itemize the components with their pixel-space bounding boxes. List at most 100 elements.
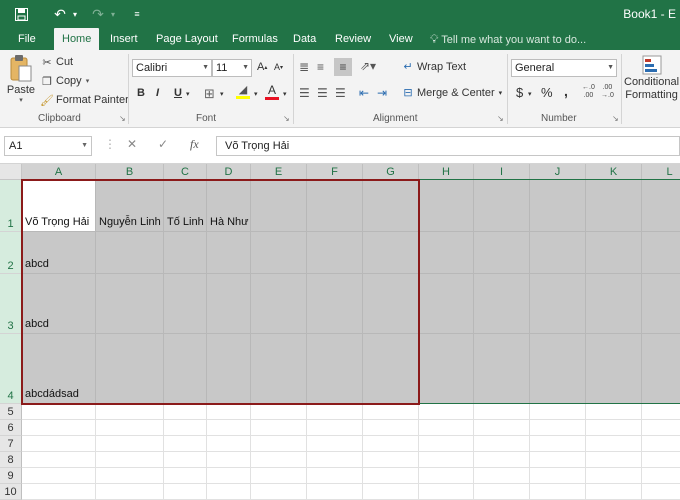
empty-cell[interactable]: [251, 436, 307, 452]
copy-dropdown-icon[interactable]: ▾: [86, 77, 90, 85]
column-header-d[interactable]: D: [207, 164, 251, 180]
customize-qat-icon[interactable]: ≡: [130, 4, 144, 24]
column-header-b[interactable]: B: [96, 164, 164, 180]
column-header-c[interactable]: C: [164, 164, 207, 180]
row-header-3[interactable]: 3: [0, 274, 22, 334]
row-header-9[interactable]: 9: [0, 468, 22, 484]
empty-cell[interactable]: [207, 452, 251, 468]
empty-cell[interactable]: [22, 420, 96, 436]
empty-cell[interactable]: [207, 436, 251, 452]
row-header-7[interactable]: 7: [0, 436, 22, 452]
empty-cell[interactable]: [251, 420, 307, 436]
empty-cell[interactable]: [96, 452, 164, 468]
cell-e2[interactable]: [251, 232, 307, 274]
cell-b4[interactable]: [96, 334, 164, 404]
empty-cell[interactable]: [419, 436, 474, 452]
empty-cell[interactable]: [642, 404, 680, 420]
empty-cell[interactable]: [363, 404, 419, 420]
empty-cell[interactable]: [251, 404, 307, 420]
empty-cell[interactable]: [474, 452, 530, 468]
cell-f3[interactable]: [307, 274, 363, 334]
empty-cell[interactable]: [96, 484, 164, 500]
empty-cell[interactable]: [474, 420, 530, 436]
fill-color-dropdown-icon[interactable]: ▾: [254, 90, 258, 98]
redo-icon[interactable]: ↷: [88, 4, 108, 24]
empty-cell[interactable]: [419, 484, 474, 500]
empty-cell[interactable]: [530, 484, 586, 500]
merge-dropdown-icon[interactable]: ▾: [499, 89, 503, 97]
empty-cell[interactable]: [586, 404, 642, 420]
empty-cell[interactable]: [307, 436, 363, 452]
column-header-f[interactable]: F: [307, 164, 363, 180]
undo-icon[interactable]: ↶: [50, 4, 70, 24]
cell-d3[interactable]: [207, 274, 251, 334]
align-center-icon[interactable]: ☰: [317, 86, 328, 100]
cell-f4[interactable]: [307, 334, 363, 404]
paste-dropdown-icon[interactable]: ▾: [19, 96, 23, 104]
align-middle-icon[interactable]: ≡: [317, 60, 324, 74]
column-header-e[interactable]: E: [251, 164, 307, 180]
empty-cell[interactable]: [164, 468, 207, 484]
empty-cell[interactable]: [22, 468, 96, 484]
currency-dropdown-icon[interactable]: ▾: [528, 90, 532, 98]
empty-cell[interactable]: [586, 436, 642, 452]
number-format-select[interactable]: General ▼: [511, 59, 617, 77]
borders-icon[interactable]: ⊞: [204, 86, 215, 102]
insert-function-icon[interactable]: fx: [190, 137, 199, 152]
empty-cell[interactable]: [96, 468, 164, 484]
empty-cell[interactable]: [530, 436, 586, 452]
empty-cell[interactable]: [363, 420, 419, 436]
column-header-k[interactable]: K: [586, 164, 642, 180]
empty-cell[interactable]: [96, 404, 164, 420]
cell-i3[interactable]: [474, 274, 530, 334]
format-painter-button[interactable]: 🖌︎ Format Painter: [40, 92, 129, 108]
empty-cell[interactable]: [22, 484, 96, 500]
tab-page-layout[interactable]: Page Layout: [150, 28, 224, 50]
select-all-button[interactable]: [0, 164, 22, 180]
empty-cell[interactable]: [363, 484, 419, 500]
empty-cell[interactable]: [307, 420, 363, 436]
empty-cell[interactable]: [586, 484, 642, 500]
cell-j3[interactable]: [530, 274, 586, 334]
italic-button[interactable]: I: [156, 87, 159, 99]
empty-cell[interactable]: [207, 420, 251, 436]
tab-home[interactable]: Home: [54, 28, 100, 50]
cell-j4[interactable]: [530, 334, 586, 404]
number-launcher-icon[interactable]: ↘: [612, 114, 619, 123]
empty-cell[interactable]: [642, 468, 680, 484]
clipboard-launcher-icon[interactable]: ↘: [119, 114, 126, 123]
empty-cell[interactable]: [164, 452, 207, 468]
row-header-10[interactable]: 10: [0, 484, 22, 500]
empty-cell[interactable]: [251, 484, 307, 500]
empty-cell[interactable]: [474, 468, 530, 484]
cell-l3[interactable]: [642, 274, 680, 334]
empty-cell[interactable]: [307, 468, 363, 484]
tab-insert[interactable]: Insert: [104, 28, 144, 50]
cell-a2[interactable]: abcd: [22, 232, 96, 274]
empty-cell[interactable]: [642, 452, 680, 468]
empty-cell[interactable]: [207, 404, 251, 420]
row-header-8[interactable]: 8: [0, 452, 22, 468]
merge-center-button[interactable]: ⊟ Merge & Center ▾: [401, 86, 503, 100]
tab-view[interactable]: View: [383, 28, 419, 50]
font-color-dropdown-icon[interactable]: ▾: [283, 90, 287, 98]
cell-d1[interactable]: Hà Như: [207, 180, 251, 232]
empty-cell[interactable]: [419, 404, 474, 420]
empty-cell[interactable]: [474, 404, 530, 420]
empty-cell[interactable]: [363, 468, 419, 484]
empty-cell[interactable]: [96, 420, 164, 436]
empty-cell[interactable]: [22, 452, 96, 468]
decrease-decimal-icon[interactable]: .00 →.0: [601, 84, 614, 100]
comma-button[interactable]: ,: [564, 83, 568, 99]
empty-cell[interactable]: [164, 436, 207, 452]
alignment-launcher-icon[interactable]: ↘: [497, 114, 504, 123]
cell-e3[interactable]: [251, 274, 307, 334]
cell-d2[interactable]: [207, 232, 251, 274]
empty-cell[interactable]: [474, 436, 530, 452]
empty-cell[interactable]: [530, 420, 586, 436]
paste-button[interactable]: Paste ▾: [6, 54, 36, 106]
conditional-formatting-button[interactable]: Conditional Formatting: [624, 54, 679, 102]
increase-decimal-icon[interactable]: ←.0.00: [582, 84, 595, 100]
copy-button[interactable]: ❐ Copy ▾: [40, 73, 89, 89]
cell-h1[interactable]: [419, 180, 474, 232]
